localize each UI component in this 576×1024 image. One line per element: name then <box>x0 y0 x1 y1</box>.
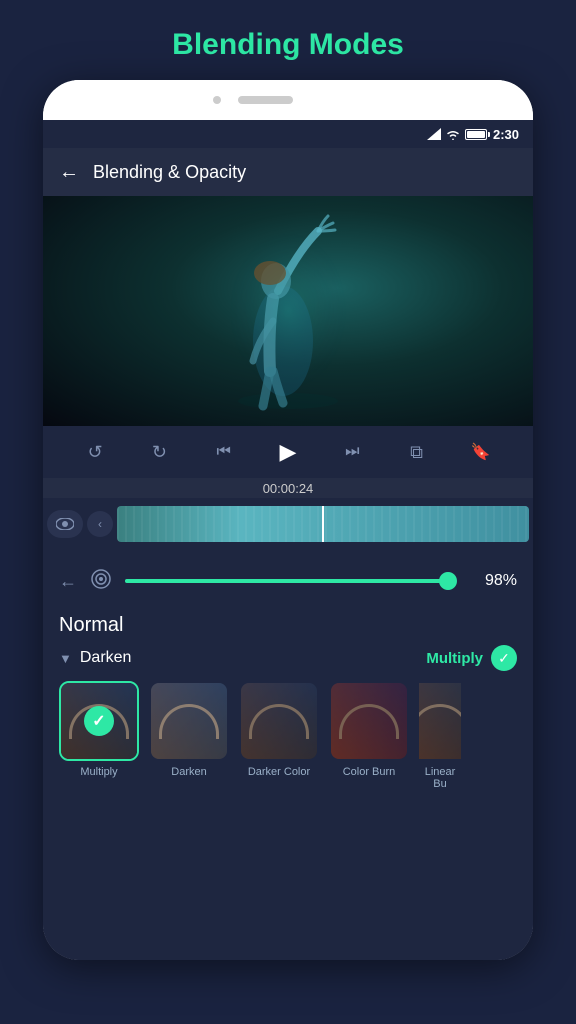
rewind-button[interactable]: ↺ <box>77 434 113 470</box>
blend-mode-current: Normal <box>59 614 123 636</box>
category-left: ▼ Darken <box>59 649 131 667</box>
blend-label-multiply: Multiply <box>80 766 117 778</box>
skip-back-button[interactable]: ⏮ <box>206 434 242 470</box>
nav-left-button[interactable]: ‹ <box>87 511 113 537</box>
blend-label-color-burn: Color Burn <box>343 766 396 778</box>
app-screen: 2:30 ← Blending & Opacity <box>43 120 533 960</box>
blend-thumb-bg-linear <box>419 683 461 759</box>
phone-camera <box>213 96 221 104</box>
controls-bar: ↺ ↻ ⏮ ▶ ⏭ ⧉ 🔖 <box>43 426 533 478</box>
screen-title: Blending & Opacity <box>93 162 246 183</box>
eye-icon <box>56 518 74 530</box>
status-time: 2:30 <box>493 127 519 142</box>
opacity-thumb[interactable] <box>439 572 457 590</box>
opacity-value: 98% <box>469 572 517 590</box>
blend-item-linear-burn[interactable]: Linear Bu <box>419 681 461 790</box>
blend-categories: ▼ Darken Multiply ✓ <box>43 645 533 960</box>
blend-thumb-linear-burn <box>419 681 461 761</box>
blend-item-color-burn[interactable]: Color Burn <box>329 681 409 790</box>
battery-fill <box>467 131 485 138</box>
blend-thumb-color-burn <box>329 681 409 761</box>
blend-label-darker-color: Darker Color <box>248 766 310 778</box>
top-bar: ← Blending & Opacity <box>43 148 533 196</box>
eye-button[interactable] <box>47 510 83 538</box>
blend-items-row: ✓ Multiply Darken <box>59 681 517 790</box>
blend-thumb-darker-color <box>239 681 319 761</box>
forward-button[interactable]: ↻ <box>141 434 177 470</box>
blend-thumb-bg-burn <box>331 683 407 759</box>
status-bar: 2:30 <box>43 120 533 148</box>
triangle-icon: ▼ <box>59 651 72 666</box>
active-check: ✓ <box>491 645 517 671</box>
skip-forward-button[interactable]: ⏭ <box>334 434 370 470</box>
active-mode-label: Multiply <box>426 650 483 667</box>
battery-tip <box>488 132 490 137</box>
blend-item-darker-color[interactable]: Darker Color <box>239 681 319 790</box>
track-clip[interactable] <box>117 506 529 542</box>
phone-speaker <box>238 96 293 104</box>
copy-button[interactable]: ⧉ <box>399 434 435 470</box>
video-preview <box>43 196 533 426</box>
play-button[interactable]: ▶ <box>270 434 306 470</box>
back-small-button[interactable]: ← <box>59 571 77 592</box>
phone-top <box>43 80 533 120</box>
timeline-timestamp: 00:00:24 <box>263 481 314 496</box>
opacity-row: ← 98% <box>43 556 533 606</box>
blend-mode-section: Normal <box>43 606 533 645</box>
opacity-slider[interactable] <box>125 579 455 583</box>
signal-icon <box>427 128 441 140</box>
blend-item-multiply[interactable]: ✓ Multiply <box>59 681 139 790</box>
timeline-ruler: 00:00:24 <box>43 478 533 498</box>
multiply-check: ✓ <box>84 706 114 736</box>
status-icons <box>427 128 487 140</box>
layers-icon <box>91 569 111 589</box>
blend-label-linear-burn: Linear Bu <box>419 766 461 790</box>
blend-label-darken: Darken <box>171 766 206 778</box>
blend-thumb-darken <box>149 681 229 761</box>
battery-icon <box>465 129 487 140</box>
layer-icon <box>91 569 111 594</box>
timeline-area: 00:00:24 ‹ <box>43 478 533 556</box>
blend-item-darken[interactable]: Darken <box>149 681 229 790</box>
wifi-icon <box>445 128 461 140</box>
back-button[interactable]: ← <box>59 161 79 184</box>
darken-category-header: ▼ Darken Multiply ✓ <box>59 645 517 671</box>
timeline-track-area[interactable]: ‹ <box>43 498 533 550</box>
bookmark-button[interactable]: 🔖 <box>463 434 499 470</box>
blend-thumb-multiply: ✓ <box>59 681 139 761</box>
category-right: Multiply ✓ <box>426 645 517 671</box>
blend-thumb-bg-darker <box>241 683 317 759</box>
opacity-fill <box>125 579 448 583</box>
page-title: Blending Modes <box>0 0 576 80</box>
category-name: Darken <box>80 649 132 667</box>
phone-frame: 2:30 ← Blending & Opacity <box>43 80 533 960</box>
blend-thumb-bg-darken <box>151 683 227 759</box>
playhead <box>322 506 324 542</box>
dancer-figure <box>188 211 388 411</box>
